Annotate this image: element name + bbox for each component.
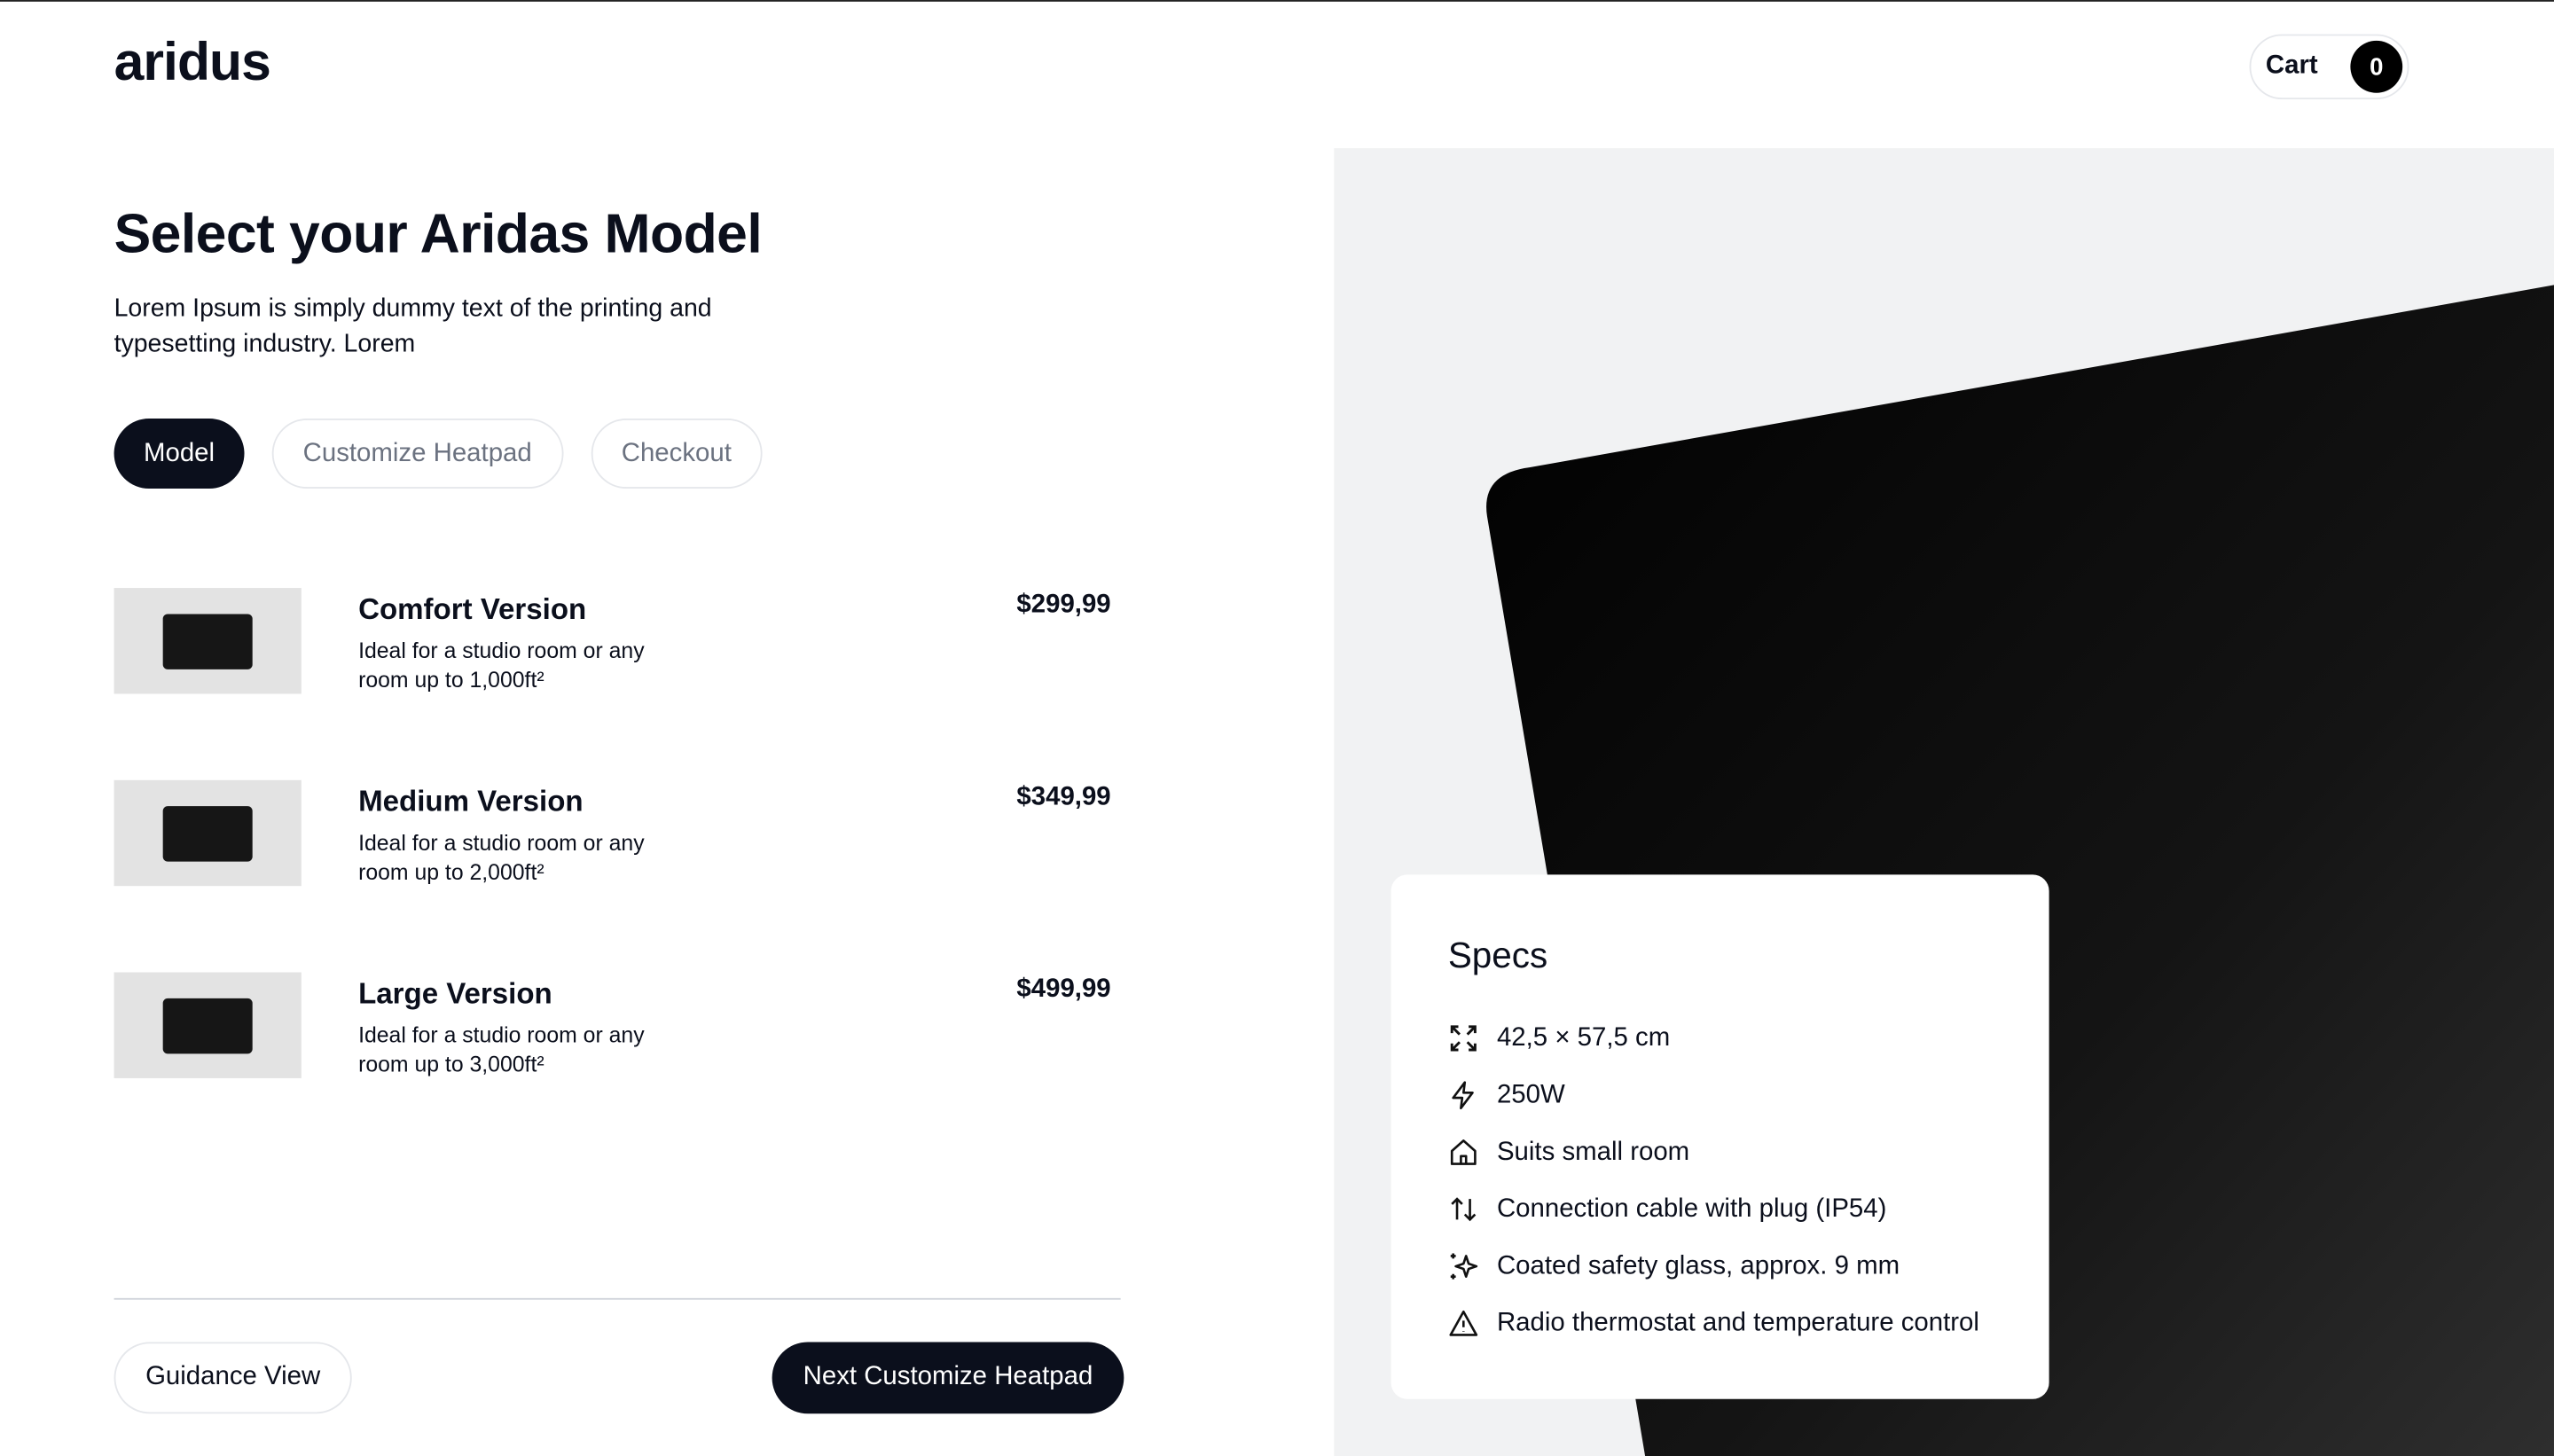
model-description: Ideal for a studio room or any room up t… [358,638,645,693]
tab-checkout[interactable]: Checkout [590,419,763,489]
model-price: $349,99 [1016,783,1111,811]
page-title: Select your Aridas Model [114,203,763,266]
divider [114,1297,1121,1300]
spec-item: 250W [1448,1080,1565,1111]
arrows-up-down-icon [1451,1197,1477,1222]
model-option-large[interactable]: Large Version Ideal for a studio room or… [114,972,1111,1080]
intro-text: Lorem Ipsum is simply dummy text of the … [114,294,712,359]
cart-button[interactable]: Cart 0 [2249,34,2409,100]
home-icon [1450,1139,1477,1165]
model-description: Ideal for a studio room or any room up t… [358,830,645,885]
spec-item: Suits small room [1448,1137,1689,1168]
model-option-comfort[interactable]: Comfort Version Ideal for a studio room … [114,588,1111,695]
spec-item: Connection cable with plug (IP54) [1448,1194,1886,1225]
model-name: Comfort Version [358,592,587,626]
tab-model[interactable]: Model [114,419,245,489]
tab-customize-heatpad[interactable]: Customize Heatpad [271,419,563,489]
cart-label: Cart [2265,51,2318,80]
warning-icon [1449,1310,1478,1336]
guidance-view-button[interactable]: Guidance View [114,1342,352,1414]
model-thumbnail [114,779,302,887]
model-name: Medium Version [358,785,584,818]
specs-card: Specs 42,5 × 57,5 cm 250W Suits small ro… [1391,874,2049,1399]
model-option-medium[interactable]: Medium Version Ideal for a studio room o… [114,779,1111,888]
model-name: Large Version [358,977,552,1010]
next-button[interactable]: Next Customize Heatpad [772,1342,1124,1414]
lightning-icon [1452,1081,1474,1110]
model-description: Ideal for a studio room or any room up t… [358,1022,645,1077]
logo[interactable]: aridus [114,31,271,93]
specs-title: Specs [1447,935,1548,976]
step-tabs: Model Customize Heatpad Checkout [114,419,763,489]
expand-icon [1450,1025,1477,1052]
spec-item: Radio thermostat and temperature control [1448,1308,1979,1339]
model-price: $499,99 [1016,975,1111,1004]
spec-item: 42,5 × 57,5 cm [1448,1022,1670,1053]
sparkles-icon [1450,1253,1478,1280]
model-thumbnail [114,588,302,694]
page: aridus Cart 0 Select your Aridas Model L… [0,0,2554,1456]
cart-count-badge: 0 [2350,40,2403,93]
model-price: $299,99 [1016,591,1111,619]
spec-item: Coated safety glass, approx. 9 mm [1448,1251,1900,1282]
model-thumbnail [114,972,302,1078]
